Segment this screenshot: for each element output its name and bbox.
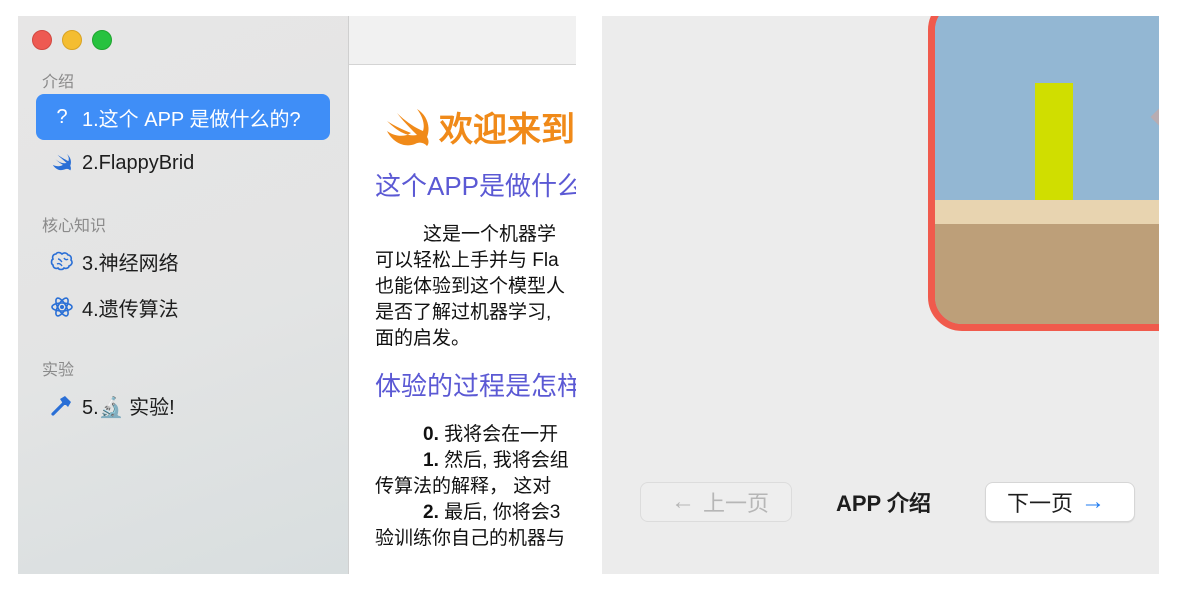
sidebar-item-label: 5.🔬 实验!: [82, 396, 175, 419]
swift-logo-icon: [387, 108, 429, 146]
sidebar-item-flappybrid[interactable]: 2.FlappyBrid: [36, 140, 330, 186]
document: 欢迎来到 这个APP是做什么 这是一个机器学 可以轻松上手并与 Fla 也能体验…: [349, 64, 576, 574]
steps-paragraph: 0. 我将会在一开 1. 然后, 我将会组 传算法的解释， 这对 2. 最后, …: [375, 422, 569, 552]
next-page-button[interactable]: 下一页 →: [985, 482, 1135, 522]
welcome-heading: 欢迎来到: [385, 102, 575, 151]
section-title-what: 这个APP是做什么: [375, 171, 576, 201]
game-pipe: [1035, 83, 1073, 201]
minimize-window-button[interactable]: [62, 30, 82, 50]
section-title-process: 体验的过程是怎样: [375, 371, 576, 401]
step-line: 0. 我将会在一开: [423, 424, 559, 445]
step-line: 1. 然后, 我将会组: [423, 450, 569, 471]
game-ground: [935, 224, 1159, 324]
game-preview: [928, 16, 1159, 331]
tutorial-window: 介绍 ? 1.这个 APP 是做什么的? 2.FlappyBrid 核心知识 3…: [18, 16, 576, 574]
para-line: 可以轻松上手并与 Fla: [375, 250, 559, 271]
sidebar: 介绍 ? 1.这个 APP 是做什么的? 2.FlappyBrid 核心知识 3…: [18, 16, 349, 574]
next-page-label: 下一页: [1006, 491, 1073, 516]
section-header-intro: 介绍: [42, 74, 75, 91]
close-window-button[interactable]: [32, 30, 52, 50]
para-line: 是否了解过机器学习,: [375, 302, 552, 323]
para-line: 也能体验到这个模型人: [375, 276, 566, 297]
section-header-experiment: 实验: [42, 362, 75, 379]
toolbar: [349, 16, 576, 65]
sidebar-item-label: 2.FlappyBrid: [82, 151, 195, 174]
welcome-text: 欢迎来到: [439, 111, 575, 149]
para-line: 这是一个机器学: [423, 224, 557, 245]
step-line: 验训练你自己的机器与: [375, 528, 566, 549]
content-pane: 欢迎来到 这个APP是做什么 这是一个机器学 可以轻松上手并与 Fla 也能体验…: [349, 16, 576, 574]
question-icon: ?: [56, 105, 68, 128]
intro-paragraph: 这是一个机器学 可以轻松上手并与 Fla 也能体验到这个模型人 是否了解过机器学…: [375, 222, 565, 352]
arrow-left-icon: ←: [670, 488, 695, 515]
sidebar-item-genetic-algorithm[interactable]: 4.遗传算法: [36, 284, 330, 330]
step-line: 2. 最后, 你将会3: [423, 502, 561, 523]
section-header-core: 核心知识: [42, 218, 107, 235]
zoom-window-button[interactable]: [92, 30, 112, 50]
para-line: 面的启发。: [375, 328, 471, 349]
atom-icon: [48, 295, 76, 319]
window-controls: [32, 30, 112, 50]
sidebar-item-neural-network[interactable]: 3.神经网络: [36, 238, 330, 284]
arrow-right-icon: →: [1081, 488, 1105, 515]
sidebar-item-what-is-app[interactable]: ? 1.这个 APP 是做什么的?: [36, 94, 330, 140]
page-title: APP 介绍: [836, 491, 931, 516]
sidebar-item-label: 1.这个 APP 是做什么的?: [82, 108, 301, 131]
preview-window: ← 上一页 APP 介绍 下一页 →: [602, 16, 1159, 574]
sidebar-item-experiment[interactable]: 5.🔬 实验!: [36, 382, 330, 428]
previous-page-button[interactable]: ← 上一页: [640, 482, 792, 522]
sidebar-item-label: 4.遗传算法: [82, 298, 179, 321]
step-line: 传算法的解释， 这对: [375, 476, 552, 497]
hammer-icon: [48, 393, 76, 417]
game-sand: [935, 200, 1159, 224]
swift-bird-icon: [48, 152, 76, 174]
brain-icon: [48, 250, 76, 272]
previous-page-label: 上一页: [702, 491, 769, 516]
sidebar-item-label: 3.神经网络: [82, 252, 179, 275]
